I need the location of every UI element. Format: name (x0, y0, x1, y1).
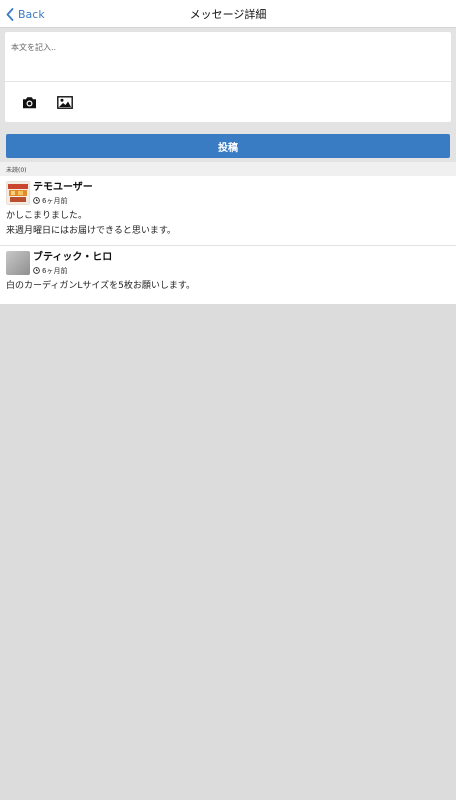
page-title: メッセージ詳細 (189, 7, 267, 21)
message-item: ブティック・ヒロ 6ヶ月前 白のカーディガンLサイズを5枚お願いします。 (0, 246, 456, 304)
sender-name: テモユーザー (33, 182, 93, 193)
message-list: テモユーザー 6ヶ月前 かしこまりました。 来週月曜日にはお届けできると思います… (0, 176, 456, 304)
timestamp: 6ヶ月前 (33, 266, 112, 276)
message-line: 白のカーディガンLサイズを5枚お願いします。 (6, 281, 195, 291)
message-line: かしこまりました。 (6, 211, 88, 221)
timestamp: 6ヶ月前 (33, 196, 93, 206)
gray-avatar (6, 251, 30, 275)
post-button[interactable]: 投稿 (6, 134, 450, 158)
post-button-container: 投稿 (0, 130, 456, 162)
message-body: 白のカーディガンLサイズを5枚お願いします。 (6, 279, 450, 294)
compose-box: 本文を記入.. (5, 32, 451, 122)
back-button[interactable]: Back (6, 0, 45, 28)
message-line: 来週月曜日にはお届けできると思います。 (6, 226, 176, 236)
clock-icon (33, 196, 40, 206)
sender-name: ブティック・ヒロ (33, 252, 113, 263)
compose-area: 本文を記入.. (0, 28, 456, 130)
time-label: 6ヶ月前 (42, 267, 68, 275)
product-photo-avatar (6, 181, 30, 205)
attachment-toolbar (5, 82, 451, 122)
clock-icon (33, 266, 40, 276)
unread-count: 未読(0) (0, 162, 456, 176)
back-label: Back (18, 7, 45, 21)
message-body: かしこまりました。 来週月曜日にはお届けできると思います。 (6, 209, 450, 239)
nav-bar: Back メッセージ詳細 (0, 0, 456, 28)
message-input[interactable]: 本文を記入.. (5, 32, 451, 82)
chevron-left-icon (6, 7, 14, 21)
camera-icon[interactable] (21, 94, 37, 110)
image-icon[interactable] (57, 94, 73, 110)
message-item: テモユーザー 6ヶ月前 かしこまりました。 来週月曜日にはお届けできると思います… (0, 176, 456, 246)
time-label: 6ヶ月前 (42, 197, 68, 205)
